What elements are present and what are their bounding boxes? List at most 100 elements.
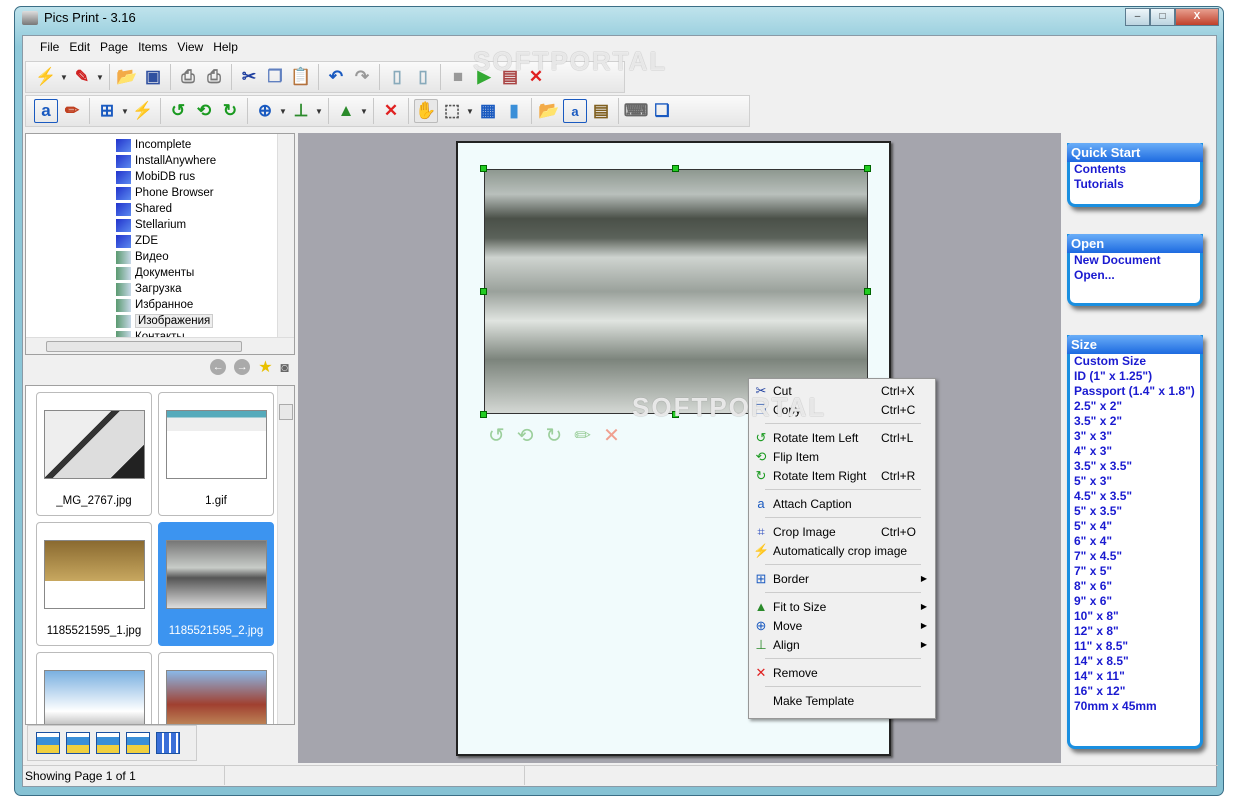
tree-item[interactable]: Избранное [116, 297, 193, 313]
resize-handle[interactable] [864, 165, 871, 172]
size-option[interactable]: 12" x 8" [1070, 624, 1200, 639]
size-option[interactable]: 6" x 4" [1070, 534, 1200, 549]
layers-icon[interactable]: ❏ [650, 99, 674, 123]
menu-item-remove[interactable]: ✕ Remove [749, 663, 935, 682]
page-gray-icon[interactable]: ■ [446, 65, 470, 89]
scanner-icon[interactable]: ⌨ [624, 99, 649, 123]
menu-edit[interactable]: Edit [64, 40, 95, 54]
size-option[interactable]: Custom Size [1070, 354, 1200, 369]
paste-icon[interactable]: 📋 [289, 65, 313, 89]
link-open[interactable]: Open... [1070, 268, 1200, 283]
thumbnail[interactable] [158, 652, 274, 724]
caption-icon[interactable]: a [34, 99, 58, 123]
grid-icon[interactable]: ▦ [476, 99, 500, 123]
tree-item[interactable]: Incomplete [116, 137, 191, 153]
rotate-right-icon[interactable]: ↻ [546, 423, 563, 448]
tree-item[interactable]: Видео [116, 249, 169, 265]
hand-icon[interactable]: ✋ [414, 99, 438, 123]
size-option[interactable]: Passport (1.4" x 1.8") [1070, 384, 1200, 399]
rotate-left-icon[interactable]: ↺ [166, 99, 190, 123]
menu-item-automatically-crop-image[interactable]: ⚡ Automatically crop image [749, 541, 935, 560]
size-option[interactable]: 3.5" x 2" [1070, 414, 1200, 429]
pencil-icon[interactable]: ✏ [574, 423, 591, 448]
tree-vertical-scrollbar[interactable] [277, 134, 294, 338]
resize-handle[interactable] [480, 165, 487, 172]
thumbnail[interactable]: 1185521595_2.jpg [158, 522, 274, 646]
back-icon[interactable]: ← [210, 359, 227, 375]
tree-item[interactable]: ZDE [116, 233, 158, 249]
border-icon[interactable]: ⊞ [95, 99, 119, 123]
size-option[interactable]: 5" x 3" [1070, 474, 1200, 489]
size-option[interactable]: 9" x 6" [1070, 594, 1200, 609]
rotate-left-icon[interactable]: ↺ [488, 423, 505, 448]
tree-item[interactable]: Документы [116, 265, 194, 281]
thumbnail[interactable]: 1.gif [158, 392, 274, 516]
size-option[interactable]: 7" x 4.5" [1070, 549, 1200, 564]
tree-item[interactable]: Shared [116, 201, 172, 217]
image-icon[interactable]: ▮ [502, 99, 526, 123]
size-option[interactable]: 4" x 3" [1070, 444, 1200, 459]
size-option[interactable]: 7" x 5" [1070, 564, 1200, 579]
new-icon[interactable]: ⚡ [34, 65, 58, 89]
tree-horizontal-scrollbar[interactable] [26, 337, 294, 354]
size-option[interactable]: ID (1" x 1.25") [1070, 369, 1200, 384]
cut-icon[interactable]: ✂ [237, 65, 261, 89]
tree-item[interactable]: InstallAnywhere [116, 153, 216, 169]
size-option[interactable]: 2.5" x 2" [1070, 399, 1200, 414]
menu-page[interactable]: Page [95, 40, 133, 54]
resize-handle[interactable] [480, 411, 487, 418]
size-option[interactable]: 5" x 3.5" [1070, 504, 1200, 519]
size-option[interactable]: 14" x 11" [1070, 669, 1200, 684]
size-option[interactable]: 14" x 8.5" [1070, 654, 1200, 669]
menu-item-crop-image[interactable]: ⌗ Crop Image Ctrl+O [749, 522, 935, 541]
copy-icon[interactable]: ❐ [263, 65, 287, 89]
camera-icon[interactable]: ◙ [281, 359, 289, 375]
menu-item-move[interactable]: ⊕ Move ▶ [749, 616, 935, 635]
menu-item-fit-to-size[interactable]: ▲ Fit to Size ▶ [749, 597, 935, 616]
page-icon[interactable]: ▯ [411, 65, 435, 89]
new-page-icon[interactable]: ▯ [385, 65, 409, 89]
link-tutorials[interactable]: Tutorials [1070, 177, 1200, 192]
size-option[interactable]: 5" x 4" [1070, 519, 1200, 534]
menu-help[interactable]: Help [208, 40, 243, 54]
open-folder-icon[interactable]: 📂 [115, 65, 139, 89]
add-image-frame-icon[interactable] [66, 732, 90, 754]
link-new-document[interactable]: New Document [1070, 253, 1200, 268]
thumbnail[interactable]: 1185521595_1.jpg [36, 522, 152, 646]
remove-icon[interactable]: ✕ [379, 99, 403, 123]
redo-icon[interactable]: ↷ [350, 65, 374, 89]
layout-grid-icon[interactable] [156, 732, 180, 754]
tree-item[interactable]: Stellarium [116, 217, 186, 233]
size-option[interactable]: 4.5" x 3.5" [1070, 489, 1200, 504]
rotate-right-icon[interactable]: ↻ [218, 99, 242, 123]
add-multiple-icon[interactable] [96, 732, 120, 754]
close-button[interactable]: X [1175, 8, 1219, 26]
move-icon[interactable]: ⊕ [253, 99, 277, 123]
menu-item-align[interactable]: ⊥ Align ▶ [749, 635, 935, 654]
flip-icon[interactable]: ⟲ [192, 99, 216, 123]
thumbnail[interactable]: _MG_2767.jpg [36, 392, 152, 516]
add-all-icon[interactable] [126, 732, 150, 754]
folder-edit-icon[interactable]: 📂 [537, 99, 561, 123]
minimize-button[interactable]: – [1125, 8, 1150, 26]
size-option[interactable]: 3.5" x 3.5" [1070, 459, 1200, 474]
undo-icon[interactable]: ↶ [324, 65, 348, 89]
size-option[interactable]: 10" x 8" [1070, 609, 1200, 624]
thumbnail[interactable] [36, 652, 152, 724]
remove-icon[interactable]: ✕ [603, 423, 620, 448]
menu-item-make-template[interactable]: Make Template [749, 691, 935, 710]
maximize-button[interactable]: □ [1150, 8, 1175, 26]
resize-handle[interactable] [480, 288, 487, 295]
select-icon[interactable]: ⬚ [440, 99, 464, 123]
add-image-icon[interactable] [36, 732, 60, 754]
text-icon[interactable]: a [563, 99, 587, 123]
menu-view[interactable]: View [172, 40, 208, 54]
menu-item-rotate-item-right[interactable]: ↻ Rotate Item Right Ctrl+R [749, 466, 935, 485]
pencil-icon[interactable]: ✏ [60, 99, 84, 123]
print-icon[interactable]: ⎙ [202, 65, 226, 89]
save-icon[interactable]: ▣ [141, 65, 165, 89]
tree-item[interactable]: Изображения [116, 313, 214, 329]
resize-handle[interactable] [672, 165, 679, 172]
menu-item-flip-item[interactable]: ⟲ Flip Item [749, 447, 935, 466]
size-option[interactable]: 70mm x 45mm [1070, 699, 1200, 714]
